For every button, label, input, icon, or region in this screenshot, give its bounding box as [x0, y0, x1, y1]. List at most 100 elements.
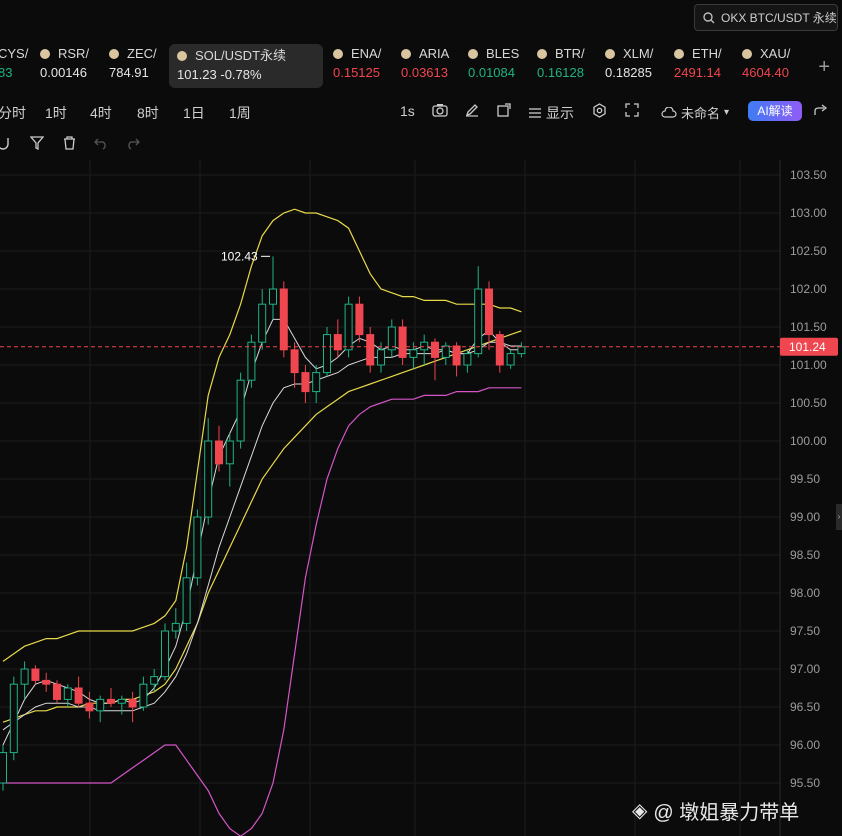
candle-down	[495, 334, 504, 366]
coin-icon	[605, 49, 615, 59]
candle-down	[398, 326, 407, 358]
display-icon	[529, 108, 541, 118]
interval-option[interactable]: 1时	[45, 103, 67, 123]
interval-option[interactable]: 1日	[183, 103, 205, 123]
coin-icon	[40, 49, 50, 59]
candle-up	[377, 349, 385, 366]
search-icon	[703, 11, 715, 23]
candle-down	[355, 303, 364, 336]
candle-down	[53, 683, 61, 700]
price-tick-label: 102.00	[790, 282, 827, 296]
right-collapse-handle[interactable]: ›	[836, 504, 842, 530]
external-window-icon[interactable]	[497, 103, 511, 117]
price-tick-label: 100.00	[790, 434, 827, 448]
candle-up	[204, 440, 213, 518]
price-tick-label: 96.50	[790, 700, 820, 714]
share-icon[interactable]	[814, 103, 828, 117]
timeframe-selector[interactable]: 1s	[400, 103, 415, 119]
candle-up	[441, 345, 450, 358]
candle-up	[409, 349, 418, 358]
ticker-price: 0.01084	[468, 65, 515, 80]
candle-up	[474, 288, 483, 355]
interval-option[interactable]: 分时	[0, 103, 26, 123]
price-tick-label: 101.50	[790, 320, 827, 334]
magnet-icon[interactable]	[0, 136, 10, 155]
price-tick-label: 103.50	[790, 168, 827, 182]
display-menu-button[interactable]: 显示	[528, 103, 574, 123]
ai-analysis-button[interactable]: AI解读	[748, 101, 802, 121]
candle-up	[171, 622, 180, 632]
undo-icon[interactable]	[94, 136, 108, 155]
ticker-item[interactable]: CYS/83	[0, 44, 28, 88]
ticker-item-active[interactable]: SOL/USDT永续 101.23 -0.78%	[169, 44, 323, 88]
coin-icon	[109, 49, 119, 59]
ticker-item[interactable]: ARIA 0.03613	[401, 44, 449, 88]
add-ticker-button[interactable]: +	[818, 56, 830, 79]
candle-up	[117, 698, 126, 704]
pencil-icon[interactable]	[465, 103, 479, 117]
chevron-down-icon: ▾	[724, 107, 730, 118]
interval-option[interactable]: 1周	[229, 103, 251, 123]
coin-icon	[177, 51, 187, 61]
ticker-item[interactable]: RSR/0.00146	[40, 44, 89, 88]
fullscreen-icon[interactable]	[625, 103, 639, 117]
trash-icon[interactable]	[63, 136, 76, 155]
candle-up	[139, 683, 148, 708]
ticker-name: XLM/	[623, 46, 654, 61]
last-price-label: 101.24	[789, 340, 826, 354]
candle-up	[344, 303, 353, 351]
redo-icon[interactable]	[126, 136, 140, 155]
ticker-item[interactable]: XAU/4604.40	[742, 44, 790, 88]
ticker-name: ZEC/	[127, 46, 157, 61]
bollinger-mid-line	[2, 330, 522, 723]
interval-option[interactable]: 4时	[90, 103, 112, 123]
price-tick-label: 97.00	[790, 662, 820, 676]
ticker-item[interactable]: BTR/0.16128	[537, 44, 585, 88]
ticker-item[interactable]: BLES 0.01084	[468, 44, 519, 88]
ticker-item[interactable]: ETH/2491.14	[674, 44, 722, 88]
candle-up	[247, 341, 256, 381]
ticker-price: 101.23 -0.78%	[177, 67, 262, 82]
candle-down	[215, 440, 223, 465]
candle-up	[0, 752, 7, 784]
price-tick-label: 99.00	[790, 510, 820, 524]
ticker-price: 784.91	[109, 65, 149, 80]
price-tick-label: 98.00	[790, 586, 820, 600]
candle-down	[279, 288, 288, 351]
interval-toolbar: 分时 1时 4时 8时 1日 1周 1s 显示 未命名 ▾ AI解读	[0, 96, 842, 128]
price-tick-label: 103.00	[790, 206, 827, 220]
camera-icon[interactable]	[432, 103, 448, 117]
candle-up	[9, 683, 18, 754]
layout-selector[interactable]: 未命名 ▾	[661, 103, 729, 122]
candle-up	[506, 353, 515, 366]
ticker-price: 0.15125	[333, 65, 380, 80]
candle-down	[74, 687, 83, 704]
high-price-marker: 102.43	[221, 249, 258, 263]
filter-icon[interactable]	[29, 136, 45, 155]
symbol-search-input[interactable]: OKX BTC/USDT 永续	[694, 4, 838, 31]
candle-down	[42, 679, 51, 685]
ticker-name: RSR/	[58, 46, 90, 61]
interval-option[interactable]: 8时	[137, 103, 159, 123]
ticker-strip: CYS/83 RSR/0.00146 ZEC/784.91 SOL/USDT永续…	[0, 42, 842, 90]
ticker-name: CYS/	[0, 46, 29, 61]
ticker-item[interactable]: ENA/0.15125	[333, 44, 381, 88]
candle-down	[301, 372, 310, 393]
settings-icon[interactable]	[592, 103, 607, 118]
top-bar: OKX BTC/USDT 永续	[0, 0, 842, 36]
candle-down	[452, 345, 461, 366]
candle-down	[290, 349, 299, 374]
ticker-name: BTR/	[555, 46, 585, 61]
ticker-name: BLES	[486, 46, 520, 61]
candle-up	[236, 379, 245, 442]
ticker-price: 4604.40	[742, 65, 789, 80]
ticker-item[interactable]: XLM/0.18285	[605, 44, 653, 88]
ticker-name: XAU/	[760, 46, 791, 61]
chart-canvas[interactable]: 103.50 103.00 102.50 102.00 101.50 101.00 100.…	[0, 160, 842, 836]
drawing-toolbar	[0, 132, 842, 158]
candle-up	[225, 440, 234, 465]
price-tick-label: 97.50	[790, 624, 820, 638]
price-chart[interactable]: 103.50 103.00 102.50 102.00 101.50 101.00 100.…	[0, 160, 842, 836]
price-tick-label: 99.50	[790, 472, 820, 486]
ticker-item[interactable]: ZEC/784.91	[109, 44, 157, 88]
